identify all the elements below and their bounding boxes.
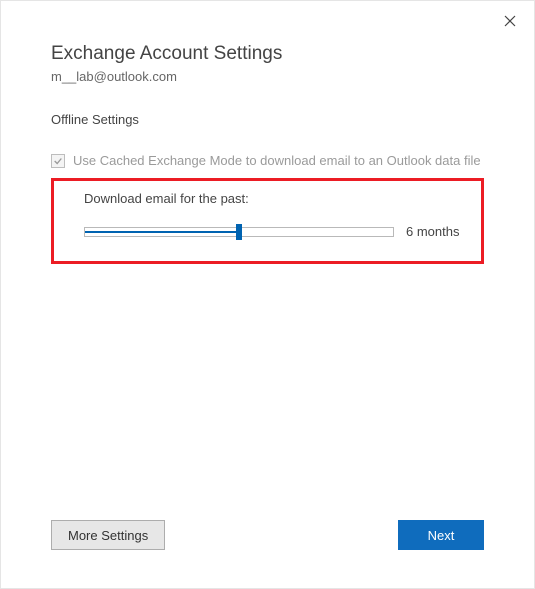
download-period-value: 6 months xyxy=(406,224,459,239)
download-period-slider[interactable] xyxy=(84,227,394,237)
next-button[interactable]: Next xyxy=(398,520,484,550)
exchange-settings-dialog: Exchange Account Settings m__lab@outlook… xyxy=(0,0,535,589)
more-settings-button[interactable]: More Settings xyxy=(51,520,165,550)
download-period-label: Download email for the past: xyxy=(84,191,463,206)
dialog-content: Exchange Account Settings m__lab@outlook… xyxy=(1,1,534,264)
close-icon xyxy=(504,15,516,27)
account-email: m__lab@outlook.com xyxy=(51,69,484,84)
cached-mode-label: Use Cached Exchange Mode to download ema… xyxy=(73,153,481,168)
dialog-title: Exchange Account Settings xyxy=(51,43,484,65)
checkmark-icon xyxy=(53,156,63,166)
cached-mode-checkbox[interactable] xyxy=(51,154,65,168)
dialog-footer: More Settings Next xyxy=(51,520,484,550)
slider-fill xyxy=(85,231,239,233)
slider-thumb[interactable] xyxy=(236,224,242,240)
cached-mode-row: Use Cached Exchange Mode to download ema… xyxy=(51,153,484,168)
highlight-box: Download email for the past: 6 months xyxy=(51,178,484,264)
close-button[interactable] xyxy=(500,11,520,31)
slider-row: 6 months xyxy=(84,224,463,239)
offline-settings-label: Offline Settings xyxy=(51,112,484,127)
